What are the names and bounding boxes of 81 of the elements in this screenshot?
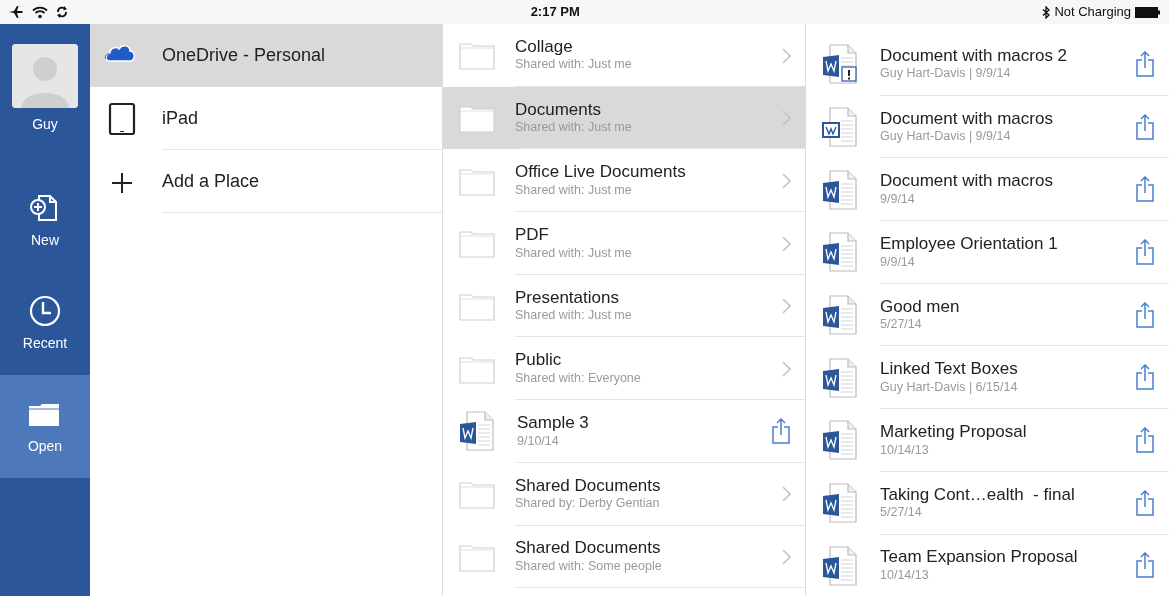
item-subtitle: 10/14/13	[880, 441, 929, 458]
status-time: 2:17 PM	[530, 4, 580, 20]
share-button[interactable]	[1135, 176, 1155, 203]
word-document-icon	[822, 43, 860, 86]
item-subtitle: Guy Hart-Davis | 9/9/14	[880, 128, 1011, 145]
folder-icon	[459, 228, 495, 259]
wifi-icon	[32, 5, 48, 19]
chevron-icon	[782, 235, 791, 252]
word-document-icon	[822, 419, 860, 462]
share-button[interactable]	[1135, 50, 1155, 77]
folder-icon	[459, 40, 495, 71]
item-subtitle: 9/10/14	[517, 432, 559, 449]
chevron-icon	[782, 298, 791, 315]
item-subtitle: Shared with: Just me	[515, 181, 632, 199]
item-subtitle: Shared with: Just me	[515, 307, 632, 324]
item-title: PDF	[515, 225, 549, 245]
item-title: Marketing Proposal	[880, 422, 1027, 442]
folder-icon	[459, 291, 495, 322]
item-title: Taking Cont…ealth - final	[880, 484, 1075, 505]
item-subtitle: Shared with: Just me	[515, 56, 632, 73]
item-subtitle: Shared with: Everyone	[515, 369, 641, 387]
word-document-icon	[822, 482, 860, 525]
item-subtitle: Shared with: Just me	[515, 244, 632, 261]
item-title: Document with macros	[880, 171, 1053, 191]
sidebar-item[interactable]: New	[0, 169, 90, 272]
word-document-icon	[822, 168, 860, 211]
word-document-icon	[822, 356, 860, 399]
item-title: Linked Text Boxes	[880, 359, 1018, 379]
item-title: Document with macros 2	[880, 45, 1068, 66]
folder-item[interactable]: Documents Shared with: Just me	[443, 86, 805, 150]
share-button[interactable]	[1135, 426, 1155, 453]
item-title: Good men	[880, 296, 960, 317]
item-subtitle: Guy Hart-Davis | 6/15/14	[880, 378, 1018, 396]
chevron-icon	[782, 486, 791, 503]
item-title: Documents	[515, 99, 601, 120]
item-title: Collage	[515, 36, 573, 57]
item-subtitle: 5/27/14	[880, 316, 922, 333]
place-item[interactable]: OneDrive - Personal	[90, 24, 442, 87]
word-document-icon	[822, 106, 860, 149]
item-subtitle: 5/27/14	[880, 504, 922, 521]
clock-icon	[28, 295, 62, 327]
word-document-icon	[459, 410, 497, 453]
bluetooth-icon	[1042, 5, 1051, 19]
item-subtitle: 9/9/14	[880, 190, 915, 208]
avatar-icon	[12, 44, 78, 108]
item-title: Shared Documents	[515, 538, 661, 558]
share-button[interactable]	[1135, 238, 1155, 265]
item-title: Employee Orientation 1	[880, 234, 1058, 254]
sidebar-item[interactable]: Open	[0, 375, 90, 478]
item-title: Public	[515, 350, 562, 370]
chevron-icon	[782, 549, 791, 566]
word-document-icon	[822, 231, 860, 274]
chevron-icon	[782, 47, 791, 64]
sidebar-item[interactable]: Recent	[0, 272, 90, 375]
word-document-icon	[822, 294, 860, 337]
folder-icon	[459, 479, 495, 510]
item-title: Office Live Documents	[515, 162, 686, 182]
share-button[interactable]	[1135, 552, 1155, 579]
item-subtitle: 10/14/13	[880, 567, 929, 584]
item-subtitle: Guy Hart-Davis | 9/9/14	[880, 65, 1011, 82]
share-button[interactable]	[1135, 301, 1155, 328]
chevron-icon	[782, 361, 791, 378]
profile-button[interactable]: Guy	[0, 24, 90, 151]
sync-icon	[56, 5, 68, 19]
item-title: Shared Documents	[515, 475, 661, 496]
chevron-icon	[782, 173, 791, 189]
battery-icon	[1135, 6, 1161, 18]
item-title: Document with macros	[880, 108, 1053, 129]
share-button[interactable]	[1135, 489, 1155, 516]
share-button[interactable]	[1135, 113, 1155, 140]
item-subtitle: 9/9/14	[880, 253, 915, 270]
item-subtitle: Shared with: Just me	[515, 119, 632, 136]
item-title: Sample 3	[517, 413, 589, 433]
share-button[interactable]	[771, 417, 791, 444]
item-subtitle: Shared by: Derby Gentian	[515, 495, 660, 512]
item-title: Presentations	[515, 287, 619, 308]
item-subtitle: Shared with: Some people	[515, 558, 662, 575]
battery-status: Not Charging	[1054, 3, 1131, 22]
share-button[interactable]	[1135, 364, 1155, 391]
word-document-icon	[822, 544, 860, 587]
item-title: Team Expansion Proposal	[880, 547, 1078, 567]
